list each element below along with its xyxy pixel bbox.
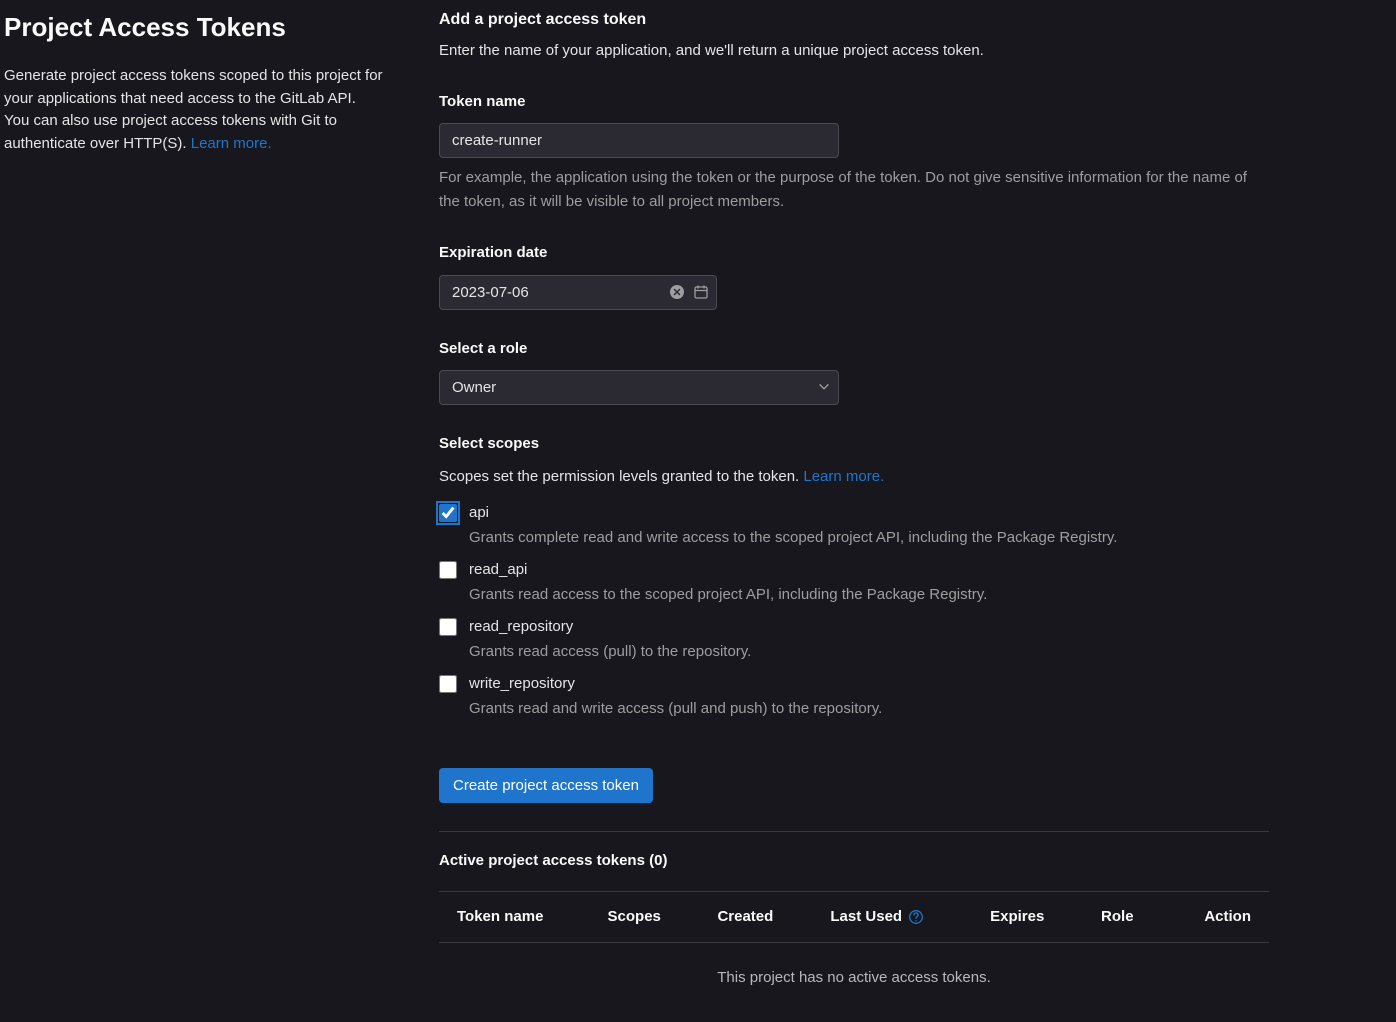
form-intro: Enter the name of your application, and … — [439, 40, 1269, 63]
page-title: Project Access Tokens — [4, 8, 389, 47]
scope-desc: Grants read access (pull) to the reposit… — [469, 641, 1269, 664]
scope-checkbox-api[interactable] — [439, 504, 457, 522]
clear-icon[interactable] — [669, 284, 685, 300]
sidebar-desc-2: You can also use project access tokens w… — [4, 110, 389, 155]
scope-row: apiGrants complete read and write access… — [439, 502, 1269, 549]
expiration-date-label: Expiration date — [439, 242, 1269, 265]
token-name-label: Token name — [439, 91, 1269, 114]
empty-state: This project has no active access tokens… — [439, 943, 1269, 1014]
help-icon[interactable] — [908, 909, 924, 925]
col-action: Action — [1167, 891, 1269, 943]
col-last-used: Last Used — [812, 891, 972, 943]
scope-desc: Grants complete read and write access to… — [469, 527, 1269, 550]
scope-checkbox-write_repository[interactable] — [439, 675, 457, 693]
col-scopes: Scopes — [590, 891, 700, 943]
scope-row: read_repositoryGrants read access (pull)… — [439, 616, 1269, 663]
form-heading: Add a project access token — [439, 8, 1269, 32]
scopes-desc: Scopes set the permission levels granted… — [439, 466, 1269, 489]
scopes-label: Select scopes — [439, 433, 1269, 456]
scope-name: read_repository — [469, 616, 1269, 639]
scope-name: read_api — [469, 559, 1269, 582]
scope-name: api — [469, 502, 1269, 525]
col-created: Created — [699, 891, 812, 943]
scope-desc: Grants read and write access (pull and p… — [469, 698, 1269, 721]
calendar-icon[interactable] — [693, 284, 709, 300]
token-name-help: For example, the application using the t… — [439, 166, 1269, 214]
col-token-name: Token name — [439, 891, 590, 943]
scope-name: write_repository — [469, 673, 1269, 696]
sidebar: Project Access Tokens Generate project a… — [4, 8, 399, 1014]
role-label: Select a role — [439, 338, 1269, 361]
col-role: Role — [1083, 891, 1167, 943]
active-tokens-table: Token name Scopes Created Last Used Expi… — [439, 891, 1269, 944]
main-content: Add a project access token Enter the nam… — [439, 8, 1269, 1014]
active-tokens-title: Active project access tokens (0) — [439, 850, 1269, 873]
token-name-input[interactable] — [439, 123, 839, 158]
scope-checkbox-read_repository[interactable] — [439, 618, 457, 636]
col-expires: Expires — [972, 891, 1083, 943]
divider — [439, 831, 1269, 832]
scopes-learn-more-link[interactable]: Learn more. — [803, 468, 884, 485]
scope-desc: Grants read access to the scoped project… — [469, 584, 1269, 607]
sidebar-desc-1: Generate project access tokens scoped to… — [4, 65, 389, 110]
create-token-button[interactable]: Create project access token — [439, 768, 653, 803]
role-select[interactable]: Owner — [439, 370, 839, 405]
learn-more-link[interactable]: Learn more. — [191, 135, 272, 152]
scope-row: write_repositoryGrants read and write ac… — [439, 673, 1269, 720]
scope-checkbox-read_api[interactable] — [439, 561, 457, 579]
scope-row: read_apiGrants read access to the scoped… — [439, 559, 1269, 606]
